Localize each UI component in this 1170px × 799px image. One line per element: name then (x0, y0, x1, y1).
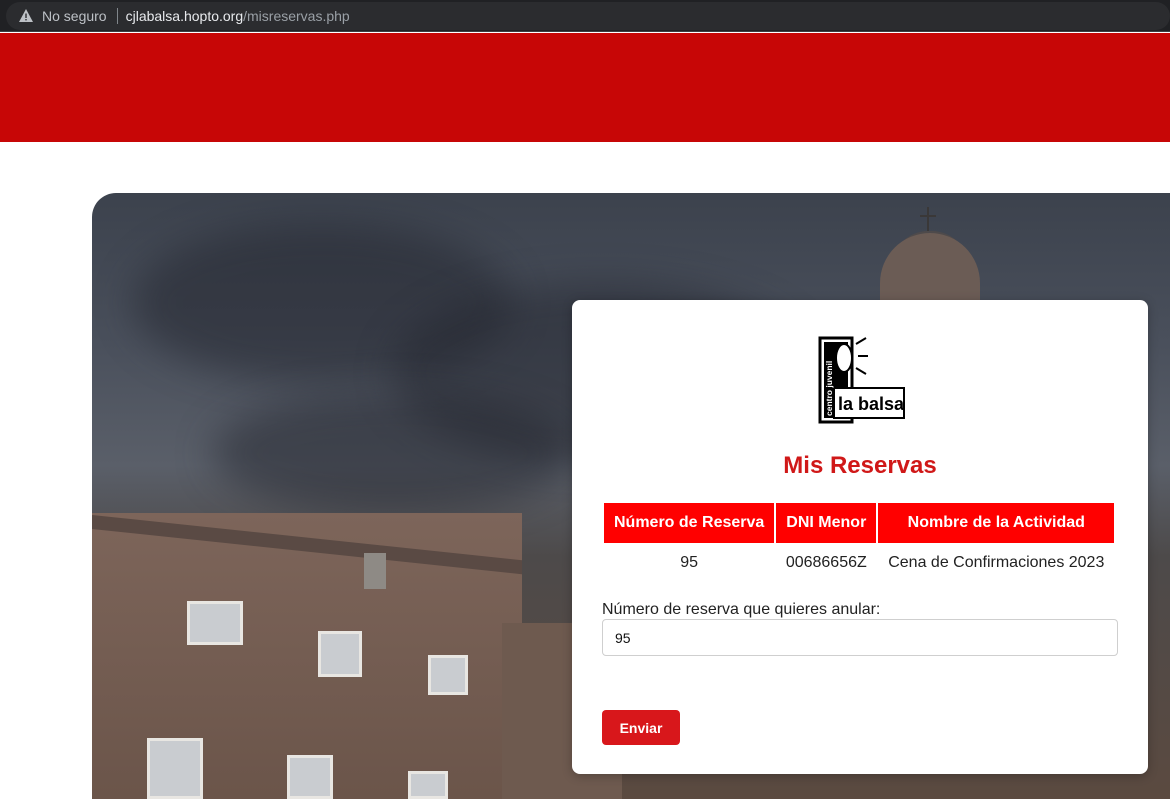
logo-vertical-text: centro juvenil (824, 361, 834, 416)
cell-reservation-number: 95 (680, 554, 699, 571)
reservations-card: la balsa centro juvenil Mis Reservas Núm… (572, 300, 1148, 774)
page-title: Mis Reservas (783, 452, 937, 479)
warning-icon (18, 8, 34, 24)
table-header-row: Número de Reserva DNI Menor Nombre de la… (604, 503, 1115, 543)
address-bar[interactable]: No seguro cjlabalsa.hopto.org/misreserva… (6, 2, 1170, 30)
cell-dni: 00686656Z (785, 554, 867, 571)
column-header-dni: DNI Menor (776, 503, 877, 543)
logo-main-text: la balsa (838, 394, 905, 414)
header-banner (0, 33, 1170, 142)
column-header-activity-name: Nombre de la Actividad (878, 503, 1115, 543)
separator (116, 8, 118, 24)
centro-juvenil-la-balsa-logo: la balsa centro juvenil (818, 336, 906, 424)
browser-toolbar: No seguro cjlabalsa.hopto.org/misreserva… (0, 0, 1170, 32)
url-host: cjlabalsa.hopto.org (125, 8, 244, 24)
reservations-table: Número de Reserva DNI Menor Nombre de la… (602, 501, 1116, 583)
url-path: /misreservas.php (243, 8, 350, 24)
reservation-number-input[interactable] (602, 619, 1118, 656)
column-header-reservation-number: Número de Reserva (604, 503, 775, 543)
cancel-reservation-label: Número de reserva que quieres anular: (602, 601, 881, 618)
table-row: 95 00686656Z Cena de Confirmaciones 2023 (604, 545, 1114, 581)
cell-activity-name: Cena de Confirmaciones 2023 (888, 554, 1105, 571)
not-secure-label[interactable]: No seguro (42, 8, 107, 24)
submit-button[interactable]: Enviar (602, 710, 680, 745)
